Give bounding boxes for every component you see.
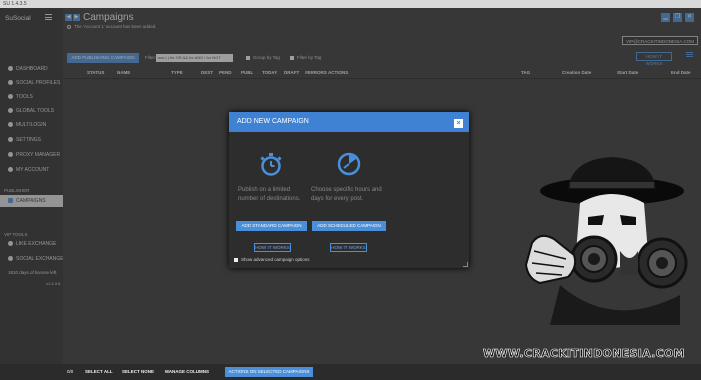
publisher-section-label: PUBLISHER (4, 188, 30, 193)
column-header[interactable]: DRAFT (284, 70, 299, 75)
proxy-icon (8, 152, 13, 158)
column-header[interactable]: Start Date (617, 70, 638, 75)
forward-icon[interactable]: ▶ (73, 14, 80, 21)
close-icon[interactable]: × (454, 119, 463, 128)
vip-section-label: VIP TOOLS (4, 232, 28, 237)
sidebar-item-campaigns[interactable]: CAMPAIGNS (0, 195, 63, 207)
sidebar-item-global-tools[interactable]: GLOBAL TOOLS (0, 105, 63, 117)
sidebar-item-my-account[interactable]: MY ACCOUNT (0, 164, 63, 176)
bottom-toolbar: 0/0 SELECT ALL SELECT NONE MANAGE COLUMN… (63, 364, 701, 380)
header-divider (63, 78, 701, 79)
filter-label: Filter: (145, 55, 157, 60)
columns-menu-icon[interactable] (686, 52, 693, 57)
nav-arrows: ◀ ▶ (65, 14, 81, 21)
gear-icon (8, 137, 13, 143)
column-header[interactable]: TYPE (171, 70, 183, 75)
column-header[interactable]: #ERRORS (305, 70, 327, 75)
selection-count: 0/0 (67, 369, 74, 374)
menu-icon[interactable] (45, 14, 52, 20)
column-header[interactable]: DEST (201, 70, 213, 75)
advanced-options-checkbox[interactable]: Show advanced campaign options (234, 257, 310, 262)
dashboard-icon (8, 66, 13, 72)
column-header[interactable]: PEND (219, 70, 232, 75)
campaigns-icon (8, 198, 13, 204)
minimize-icon[interactable]: ▁ (661, 13, 670, 22)
column-header[interactable]: NAME (117, 70, 130, 75)
filter-input[interactable]: use | | for OR && for AND ! for NOT (156, 54, 233, 62)
sidebar-item-settings[interactable]: SETTINGS (0, 134, 63, 146)
checkbox-icon (246, 55, 250, 60)
column-header[interactable]: Creation Date (562, 70, 591, 75)
add-publishing-campaign-button[interactable]: ADD PUBLISHING CAMPAIGN (67, 53, 139, 63)
sidebar: SuSocial DASHBOARD SOCIAL PROFILES TOOLS… (0, 8, 64, 380)
sidebar-item-social-exchange[interactable]: SOCIAL EXCHANGE (0, 253, 64, 265)
multilogin-icon (8, 122, 13, 128)
select-none-button[interactable]: SELECT NONE (122, 369, 154, 374)
license-days: 1810 days of license left. (8, 270, 58, 275)
notice-message: The 'Account 1' account has been added. (67, 24, 157, 29)
close-icon[interactable]: ✕ (685, 13, 694, 22)
group-by-tag-checkbox[interactable]: Group by Tag (246, 55, 280, 60)
info-icon (67, 24, 71, 29)
watermark-logo (524, 157, 688, 325)
column-header[interactable]: End Date (671, 70, 691, 75)
scheduled-description: Choose specific hours and days for every… (311, 187, 382, 202)
tools-icon (8, 94, 13, 100)
checkbox-icon (290, 55, 294, 60)
select-all-button[interactable]: SELECT ALL (85, 369, 113, 374)
manage-columns-button[interactable]: MANAGE COLUMNS (165, 369, 209, 374)
column-header[interactable]: STATUS (87, 70, 104, 75)
sidebar-item-dashboard[interactable]: DASHBOARD (0, 63, 63, 75)
resize-grip-icon[interactable] (463, 262, 468, 267)
account-selector[interactable]: VIP@CRACKITINDONESIA.COM (622, 36, 698, 45)
column-header[interactable]: TODAY (262, 70, 277, 75)
restore-icon[interactable]: ❐ (673, 13, 682, 22)
sidebar-item-multilogin[interactable]: MULTILOGIN (0, 119, 63, 131)
back-icon[interactable]: ◀ (65, 14, 72, 21)
sidebar-item-proxy-manager[interactable]: PROXY MANAGER (0, 149, 63, 161)
window-titlebar: SU 1.4.3.5 (0, 0, 701, 8)
dialog-header: ADD NEW CAMPAIGN × (229, 112, 469, 132)
window-title: SU 1.4.3.5 (3, 1, 27, 7)
filter-by-tag-checkbox[interactable]: Filter by Tag (290, 55, 321, 60)
standard-description: Publish on a limited number of destinati… (238, 187, 301, 202)
app-version: v1.4.3.5 (46, 281, 61, 286)
how-it-works-link[interactable]: HOW IT WORKS (636, 52, 672, 66)
sidebar-item-tools[interactable]: TOOLS (0, 91, 63, 103)
actions-on-selected-button[interactable]: ACTIONS ON SELECTED CAMPAIGNS (225, 367, 313, 377)
stopwatch-icon (260, 153, 282, 176)
page-title: Campaigns (83, 12, 134, 23)
sidebar-item-social-profiles[interactable]: SOCIAL PROFILES (0, 77, 63, 89)
sidebar-item-like-exchange[interactable]: LIKE EXCHANGE (0, 238, 63, 250)
clock-icon (337, 152, 361, 176)
add-scheduled-campaign-button[interactable]: ADD SCHEDULED CAMPAIGN (312, 221, 386, 231)
account-icon (8, 167, 13, 173)
add-campaign-dialog: ADD NEW CAMPAIGN × Publish on a limited … (229, 112, 469, 268)
global-tools-icon (8, 108, 13, 114)
watermark-text: WWW.CRACKITINDONESIA.COM (483, 347, 685, 361)
dialog-title: ADD NEW CAMPAIGN (237, 118, 309, 125)
how-it-works-standard-link[interactable]: HOW IT WORKS (254, 243, 291, 252)
profiles-icon (8, 80, 13, 86)
column-header[interactable]: PUBL (241, 70, 253, 75)
add-standard-campaign-button[interactable]: ADD STANDARD CAMPAIGN (236, 221, 307, 231)
app-brand: SuSocial (5, 15, 31, 22)
checkbox-icon (234, 257, 238, 262)
exchange-icon (8, 256, 13, 262)
how-it-works-scheduled-link[interactable]: HOW IT WORKS (330, 243, 367, 252)
column-header[interactable]: TAG (521, 70, 530, 75)
like-icon (8, 241, 13, 247)
column-header[interactable]: ACTIONS (328, 70, 348, 75)
